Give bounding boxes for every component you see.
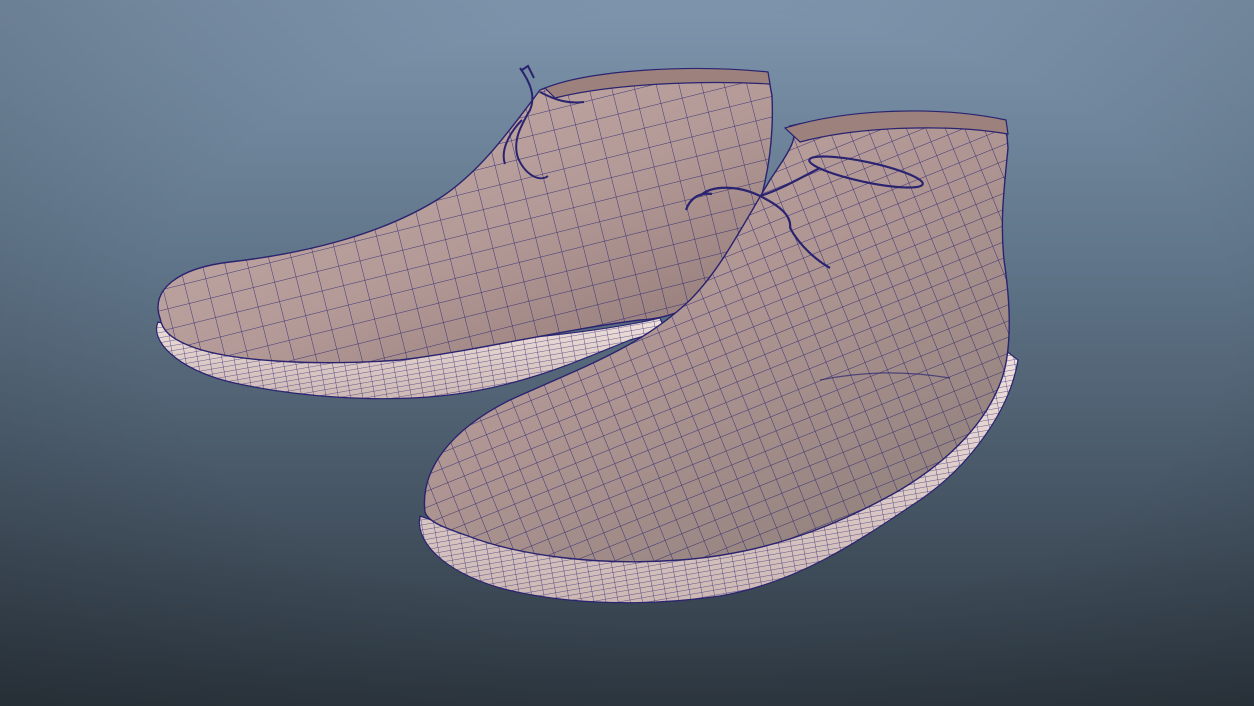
scene-render[interactable] xyxy=(0,0,1254,706)
3d-viewport[interactable] xyxy=(0,0,1254,706)
